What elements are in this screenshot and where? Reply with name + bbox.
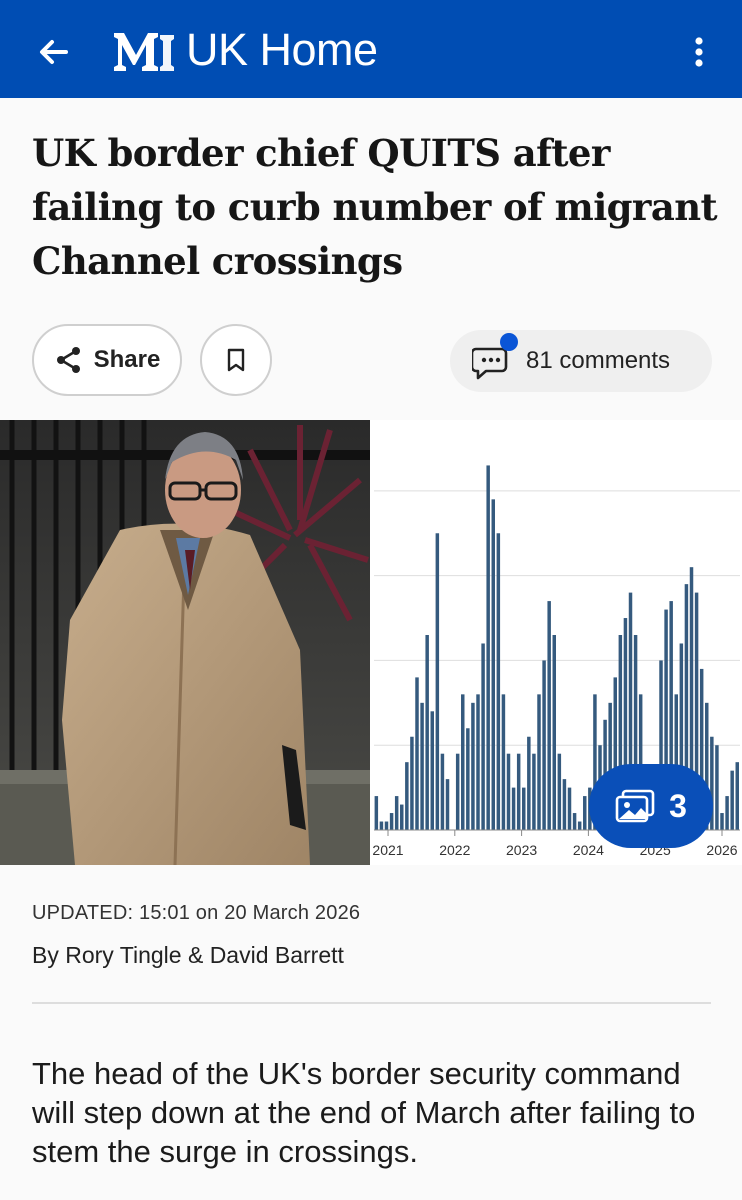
more-vertical-icon[interactable] — [684, 28, 714, 76]
author-link-rory-tingle[interactable]: Rory Tingle — [65, 942, 181, 968]
comment-bubble-icon — [470, 333, 518, 381]
article-photo[interactable] — [0, 420, 370, 865]
chart-bar — [435, 533, 440, 830]
chart-bar — [542, 660, 546, 830]
chart-x-tick-label: 2022 — [439, 842, 470, 858]
chart-bar — [501, 694, 506, 830]
gallery-button[interactable]: 3 — [589, 764, 713, 848]
byline: By Rory Tingle & David Barrett — [32, 942, 344, 969]
chart-bar — [562, 779, 567, 830]
chart-bar — [491, 499, 495, 830]
chart-bar — [455, 753, 460, 830]
comments-count-label: 81 comments — [526, 347, 671, 374]
chart-x-tick-label: 2021 — [372, 842, 403, 858]
chart-bar — [735, 762, 739, 830]
chart-bar — [466, 728, 470, 830]
chart-bar — [389, 813, 394, 830]
chart-bar — [532, 753, 536, 830]
chart-bar — [476, 694, 480, 830]
chart-bar — [567, 787, 572, 830]
app-bar: UK Home — [0, 0, 742, 98]
back-arrow-icon[interactable] — [30, 28, 78, 76]
article-lead: The head of the UK's border security com… — [32, 1056, 696, 1169]
chart-bar — [440, 753, 445, 830]
chart-bar — [552, 635, 556, 830]
chart-bar — [410, 736, 414, 830]
chart-bar — [730, 770, 734, 830]
chart-bar — [506, 753, 511, 830]
share-label: Share — [93, 346, 161, 373]
share-icon — [56, 347, 80, 373]
chart-bar — [557, 753, 562, 830]
byline-joiner: & — [181, 942, 210, 968]
chart-bar — [481, 643, 485, 830]
chart-x-tick-label: 2023 — [506, 842, 537, 858]
divider — [32, 1002, 711, 1004]
unread-dot — [500, 333, 518, 351]
chart-bar — [537, 694, 541, 830]
gallery-count: 3 — [669, 787, 687, 824]
chart-bar — [445, 779, 450, 830]
chart-bar — [374, 796, 379, 830]
chart-bar — [415, 677, 419, 830]
chart-bar — [527, 736, 531, 830]
chart-bar — [720, 813, 724, 830]
bookmark-button[interactable] — [200, 324, 272, 396]
chart-bar — [384, 821, 389, 830]
chart-bar — [400, 804, 404, 830]
chart-bar — [471, 702, 475, 830]
article-headline: UK border chief QUITS after failing to c… — [32, 131, 718, 283]
chart-bar — [379, 821, 384, 830]
chart-bar — [577, 821, 582, 830]
comments-button[interactable]: 81 comments — [450, 330, 712, 392]
byline-prefix: By — [32, 942, 66, 968]
chart-bar — [430, 711, 434, 830]
chart-x-tick-label: 2024 — [573, 842, 604, 858]
gallery-icon — [615, 789, 655, 823]
chart-bar — [583, 796, 587, 830]
chart-bar — [725, 796, 729, 830]
chart-bar — [511, 787, 516, 830]
chart-bar — [394, 796, 399, 830]
chart-bar — [425, 635, 429, 830]
chart-x-tick-label: 2026 — [706, 842, 737, 858]
updated-timestamp: UPDATED: 15:01 on 20 March 2026 — [32, 902, 361, 924]
author-link-david-barrett[interactable]: David Barrett — [210, 942, 344, 968]
chart-bar — [522, 787, 526, 830]
chart-bar — [572, 813, 577, 830]
daily-mail-logo[interactable] — [110, 25, 180, 75]
chart-bar — [496, 533, 501, 830]
share-button[interactable]: Share — [32, 324, 182, 396]
app-bar-title[interactable]: UK Home — [186, 24, 378, 76]
chart-bar — [715, 745, 719, 830]
chart-bar — [461, 694, 465, 830]
chart-bar — [420, 702, 424, 830]
chart-bar — [486, 465, 490, 830]
bookmark-icon — [227, 348, 245, 372]
chart-bar — [405, 762, 409, 830]
chart-bar — [547, 601, 551, 830]
chart-bar — [516, 753, 521, 830]
